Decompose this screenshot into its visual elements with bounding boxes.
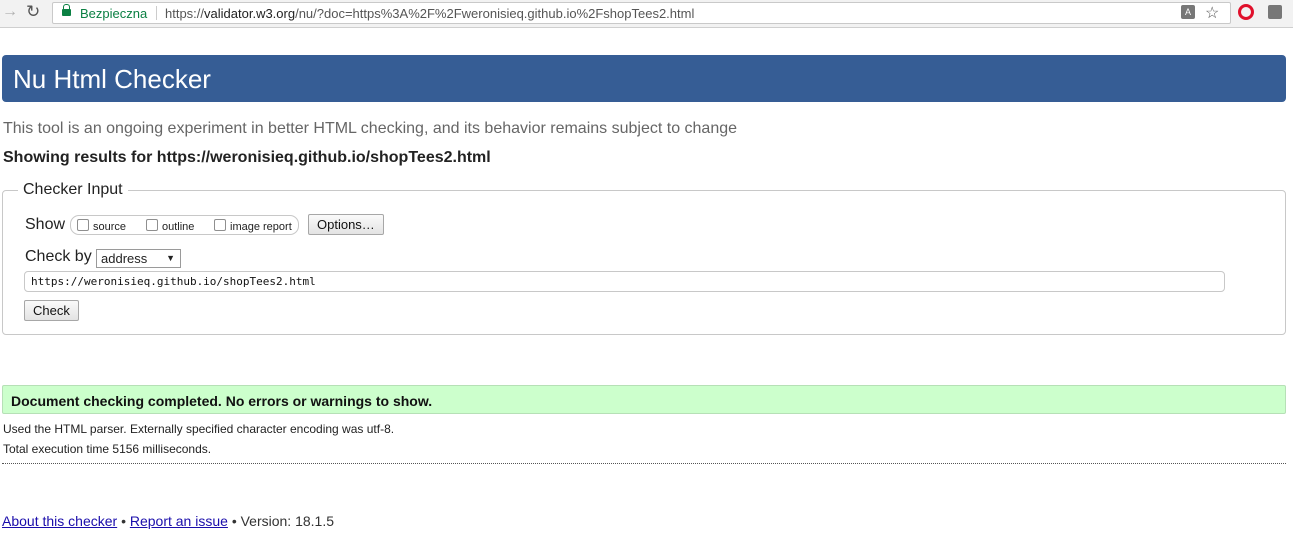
url-path: /nu/?doc=https%3A%2F%2Fweronisieq.github… [295, 6, 695, 21]
check-button[interactable]: Check [24, 300, 79, 321]
address-bar[interactable]: Bezpieczna https://validator.w3.org/nu/?… [52, 2, 1231, 24]
extension-icon[interactable] [1268, 5, 1282, 19]
address-input[interactable]: https://weronisieq.github.io/shopTees2.h… [24, 271, 1225, 292]
translate-icon[interactable]: A [1181, 5, 1195, 19]
footer: About this checker • Report an issue • V… [2, 513, 334, 529]
fieldset-legend: Checker Input [18, 181, 128, 199]
outline-label[interactable]: outline [162, 221, 194, 233]
forward-icon[interactable]: → [2, 3, 18, 21]
url-prefix: https:// [165, 6, 205, 21]
reload-icon[interactable]: ↻ [26, 2, 40, 22]
success-message: Document checking completed. No errors o… [11, 393, 433, 409]
success-message-box: Document checking completed. No errors o… [2, 385, 1286, 414]
results-title: Showing results for https://weronisieq.g… [3, 149, 491, 166]
check-by-select[interactable]: address ▼ [96, 249, 181, 268]
version-text: • Version: 18.1.5 [231, 513, 335, 529]
browser-toolbar: → ↻ Bezpieczna https://validator.w3.org/… [0, 0, 1293, 28]
secure-label: Bezpieczna [80, 6, 148, 21]
source-label[interactable]: source [93, 221, 126, 233]
check-by-label: Check by [25, 248, 92, 265]
about-checker-link[interactable]: About this checker [2, 513, 117, 529]
image-report-checkbox[interactable] [214, 219, 226, 231]
report-issue-link[interactable]: Report an issue [130, 513, 228, 529]
url-text[interactable]: https://validator.w3.org/nu/?doc=https%3… [165, 6, 694, 21]
checker-input-fieldset: Checker Input Show source outline image … [2, 181, 1286, 335]
lock-icon [62, 4, 71, 16]
options-button[interactable]: Options… [308, 214, 384, 235]
dropdown-arrow-icon: ▼ [166, 253, 175, 263]
execution-time-info: Total execution time 5156 milliseconds. [3, 442, 212, 456]
star-icon[interactable]: ☆ [1205, 3, 1219, 23]
address-separator [156, 6, 157, 20]
opera-icon[interactable] [1238, 4, 1254, 20]
parser-info: Used the HTML parser. Externally specifi… [3, 422, 395, 436]
check-by-value: address [101, 251, 148, 266]
header-banner: Nu Html Checker [2, 55, 1286, 102]
tagline: This tool is an ongoing experiment in be… [3, 120, 738, 137]
url-host: validator.w3.org [204, 6, 296, 21]
show-label: Show [25, 216, 66, 233]
page-title: Nu Html Checker [13, 64, 211, 94]
image-report-label[interactable]: image report [230, 221, 292, 233]
dotted-divider [2, 463, 1286, 464]
footer-bullet: • [121, 513, 126, 529]
source-checkbox[interactable] [77, 219, 89, 231]
show-options-group: source outline image report [70, 215, 299, 235]
outline-checkbox[interactable] [146, 219, 158, 231]
